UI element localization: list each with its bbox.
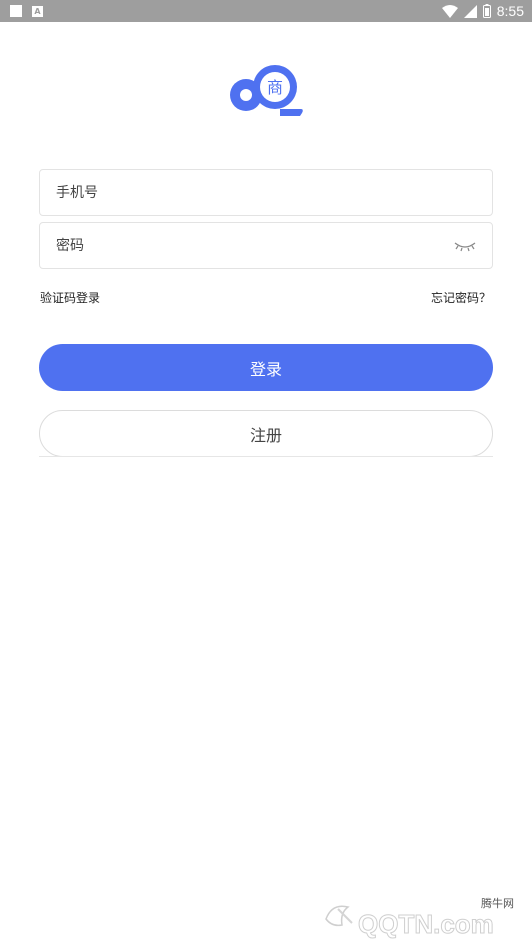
- battery-icon: [482, 4, 491, 18]
- status-bar-right: 8:55: [441, 3, 524, 19]
- login-button-label: 登录: [249, 359, 282, 379]
- divider: [39, 456, 493, 457]
- watermark-en: QQTN.com: [358, 909, 494, 939]
- forgot-password-link[interactable]: 忘记密码？: [431, 289, 491, 306]
- status-time: 8:55: [496, 3, 524, 19]
- password-field[interactable]: [39, 222, 493, 269]
- sms-login-link[interactable]: 验证码登录: [40, 289, 100, 306]
- status-bar: A 8:55: [0, 0, 532, 22]
- square-icon: [10, 5, 22, 17]
- wifi-icon: [441, 4, 458, 18]
- login-button[interactable]: 登录: [39, 344, 493, 391]
- password-input[interactable]: [40, 223, 450, 268]
- status-bar-left: A: [10, 5, 43, 17]
- register-button-label: 注册: [249, 425, 282, 445]
- phone-input[interactable]: [40, 170, 492, 215]
- register-button[interactable]: 注册: [39, 410, 493, 457]
- phone-field[interactable]: [39, 169, 493, 216]
- a-notification-icon: A: [32, 5, 43, 17]
- logo-glyph: 商: [267, 78, 283, 97]
- password-visibility-toggle[interactable]: [450, 236, 480, 256]
- watermark-cn: 腾牛网: [481, 897, 514, 910]
- shop-logo-icon: 商: [230, 65, 303, 116]
- signal-icon: [463, 4, 477, 18]
- eye-closed-icon: [454, 241, 476, 251]
- watermark: 腾牛网 QQTN.com: [318, 895, 526, 943]
